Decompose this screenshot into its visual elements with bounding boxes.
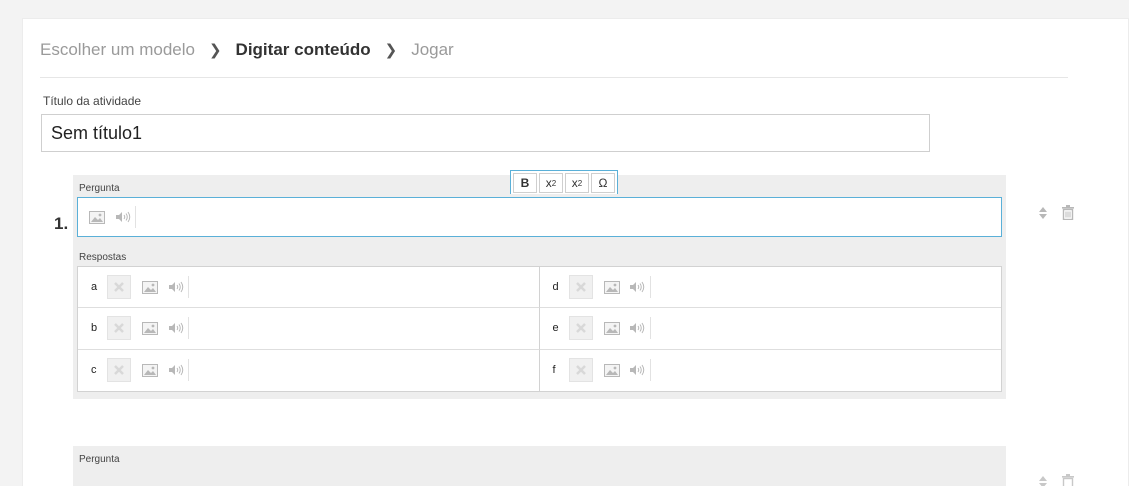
chevron-right-icon: ❯ xyxy=(384,42,398,59)
breadcrumb-step-choose-template[interactable]: Escolher um modelo xyxy=(40,40,195,60)
subscript-sub: 2 xyxy=(577,178,583,188)
image-icon[interactable] xyxy=(599,317,625,339)
answer-f[interactable]: f xyxy=(540,350,1002,391)
image-icon[interactable] xyxy=(137,317,163,339)
format-toolbar: B x2 x2 Ω xyxy=(510,170,618,194)
image-icon[interactable] xyxy=(599,276,625,298)
answer-letter: a xyxy=(91,281,98,294)
question-label: Pergunta xyxy=(79,454,120,465)
chevron-right-icon: ❯ xyxy=(208,42,222,59)
speaker-icon[interactable] xyxy=(163,276,189,299)
close-x-icon[interactable] xyxy=(107,358,131,383)
trash-icon[interactable] xyxy=(1062,474,1074,486)
speaker-icon[interactable] xyxy=(625,276,651,299)
answer-letter: e xyxy=(552,322,559,335)
divider xyxy=(40,77,1068,78)
trash-icon[interactable] xyxy=(1062,205,1074,225)
breadcrumb: Escolher um modelo ❯ Digitar conteúdo ❯ … xyxy=(40,38,454,62)
answer-d[interactable]: d xyxy=(539,267,1001,309)
answer-c[interactable]: c xyxy=(78,349,540,391)
question-input[interactable] xyxy=(77,197,1002,237)
breadcrumb-step-enter-content[interactable]: Digitar conteúdo xyxy=(236,40,371,60)
breadcrumb-step-play[interactable]: Jogar xyxy=(411,40,454,60)
bold-button[interactable]: B xyxy=(513,173,537,193)
question-media-buttons xyxy=(84,206,136,228)
close-x-icon[interactable] xyxy=(568,316,593,341)
superscript-button[interactable]: x2 xyxy=(539,173,563,193)
image-icon[interactable] xyxy=(599,359,625,381)
image-icon[interactable] xyxy=(84,206,110,228)
answer-b[interactable]: b xyxy=(78,308,540,350)
answer-letter: b xyxy=(91,322,98,335)
sort-arrows-icon[interactable] xyxy=(1038,475,1048,486)
question-actions xyxy=(1038,474,1074,486)
speaker-icon[interactable] xyxy=(163,317,189,340)
close-x-icon[interactable] xyxy=(568,358,593,383)
question-block: Pergunta Respostas a d b e c f xyxy=(73,175,1006,399)
activity-title-input[interactable]: Sem título1 xyxy=(41,114,930,152)
answer-letter: d xyxy=(552,281,559,294)
answer-e[interactable]: e xyxy=(539,308,1001,350)
speaker-icon[interactable] xyxy=(163,359,189,382)
close-x-icon[interactable] xyxy=(107,316,131,341)
answer-a[interactable]: a xyxy=(78,267,540,309)
answers-label: Respostas xyxy=(79,252,127,263)
question-block: Pergunta xyxy=(73,446,1006,486)
image-icon[interactable] xyxy=(137,276,163,298)
special-char-button[interactable]: Ω xyxy=(591,173,615,193)
superscript-exp: 2 xyxy=(551,178,557,188)
speaker-icon[interactable] xyxy=(625,317,651,340)
close-x-icon[interactable] xyxy=(107,275,131,300)
answer-letter: f xyxy=(552,364,556,377)
speaker-icon[interactable] xyxy=(625,359,651,382)
question-label: Pergunta xyxy=(79,183,120,194)
question-actions xyxy=(1038,205,1074,225)
answer-letter: c xyxy=(91,364,97,377)
question-number: 1. xyxy=(54,214,69,233)
activity-title-label: Título da atividade xyxy=(43,94,142,108)
speaker-icon[interactable] xyxy=(110,206,136,228)
image-icon[interactable] xyxy=(137,359,163,381)
close-x-icon[interactable] xyxy=(568,275,593,300)
subscript-button[interactable]: x2 xyxy=(565,173,589,193)
sort-arrows-icon[interactable] xyxy=(1038,206,1048,225)
answers-grid: a d b e c f xyxy=(77,266,1002,392)
